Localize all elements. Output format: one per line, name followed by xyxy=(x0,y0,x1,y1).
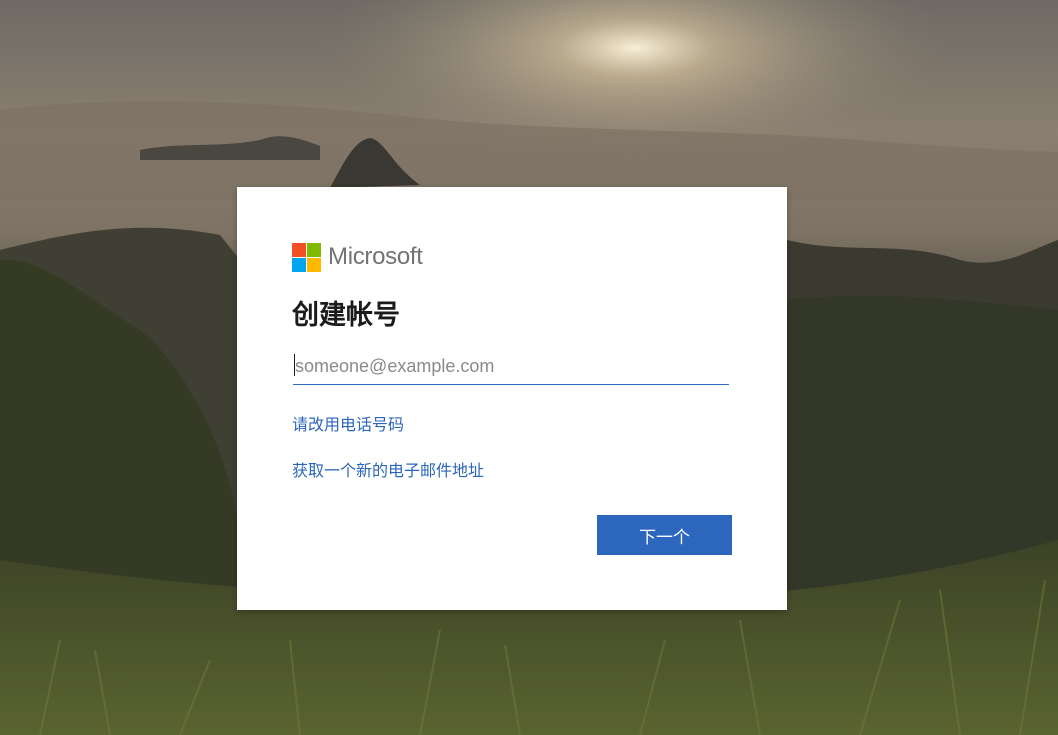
page-title: 创建帐号 xyxy=(292,300,400,331)
microsoft-wordmark: Microsoft xyxy=(328,243,423,270)
logo-square-blue xyxy=(292,257,306,272)
get-new-email-link[interactable]: 获取一个新的电子邮件地址 xyxy=(292,457,484,481)
next-button[interactable]: 下一个 xyxy=(597,515,732,555)
logo-square-yellow xyxy=(307,257,321,272)
text-caret xyxy=(294,354,295,376)
logo-square-green xyxy=(307,242,321,257)
microsoft-logo-icon xyxy=(292,242,321,272)
email-input[interactable] xyxy=(293,349,729,385)
logo-square-red xyxy=(292,242,306,257)
signup-card: Microsoft 创建帐号 请改用电话号码 获取一个新的电子邮件地址 下一个 xyxy=(237,187,787,610)
use-phone-number-link[interactable]: 请改用电话号码 xyxy=(292,411,404,435)
microsoft-logo: Microsoft xyxy=(292,242,423,272)
